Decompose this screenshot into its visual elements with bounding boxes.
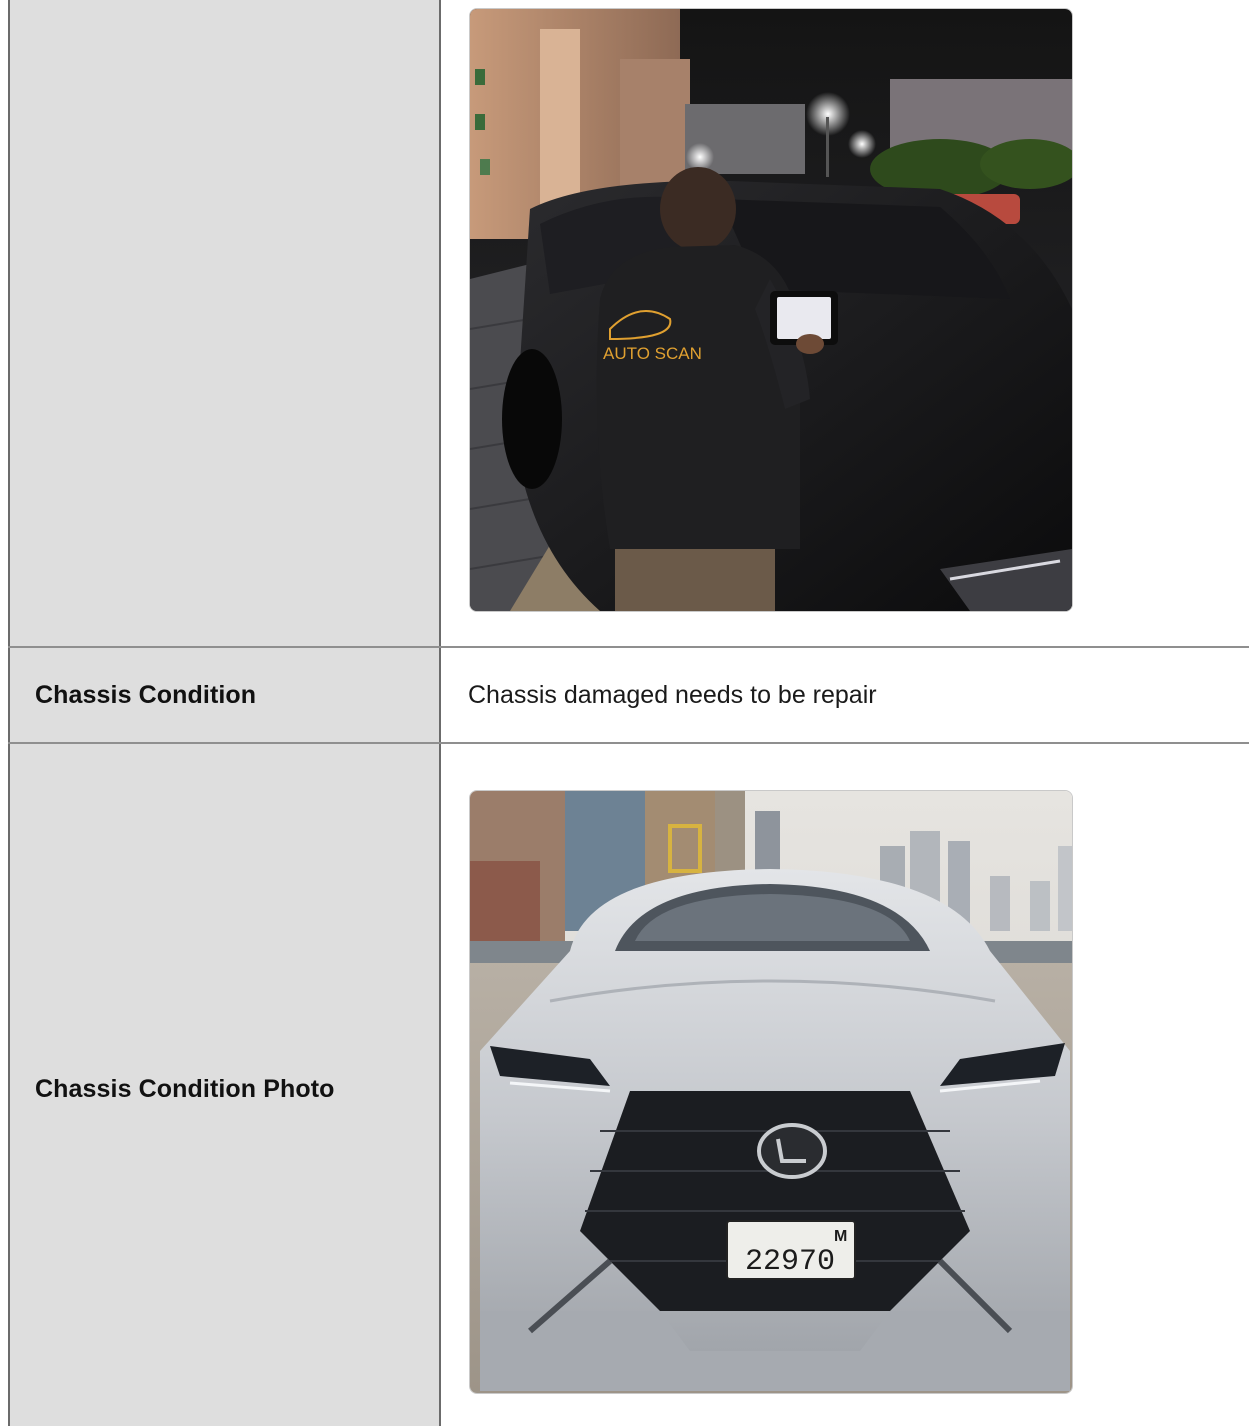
inspection-report-table: AUTO SCAN Chassis Condition Chassis dama…: [0, 0, 1249, 1426]
lexus-front-photo[interactable]: 22970 M: [469, 790, 1073, 1394]
svg-text:AUTO SCAN: AUTO SCAN: [603, 344, 702, 363]
svg-text:22970: 22970: [745, 1245, 835, 1279]
row-value-cell: AUTO SCAN: [443, 0, 1249, 646]
chassis-condition-label: Chassis Condition: [35, 681, 257, 709]
inspector-night-image: AUTO SCAN: [470, 9, 1072, 611]
inspector-night-photo[interactable]: AUTO SCAN: [469, 8, 1073, 612]
chassis-condition-value-cell: Chassis damaged needs to be repair: [443, 648, 1249, 742]
chassis-condition-photo-cell: 22970 M: [443, 744, 1249, 1426]
chassis-condition-value: Chassis damaged needs to be repair: [468, 681, 877, 709]
lexus-front-image: 22970 M: [470, 791, 1072, 1393]
svg-text:M: M: [834, 1228, 847, 1245]
chassis-condition-photo-label-cell: Chassis Condition Photo: [8, 744, 441, 1426]
chassis-condition-photo-label: Chassis Condition Photo: [35, 1075, 335, 1103]
chassis-condition-label-cell: Chassis Condition: [8, 648, 441, 742]
row-label-cell: [8, 0, 441, 646]
